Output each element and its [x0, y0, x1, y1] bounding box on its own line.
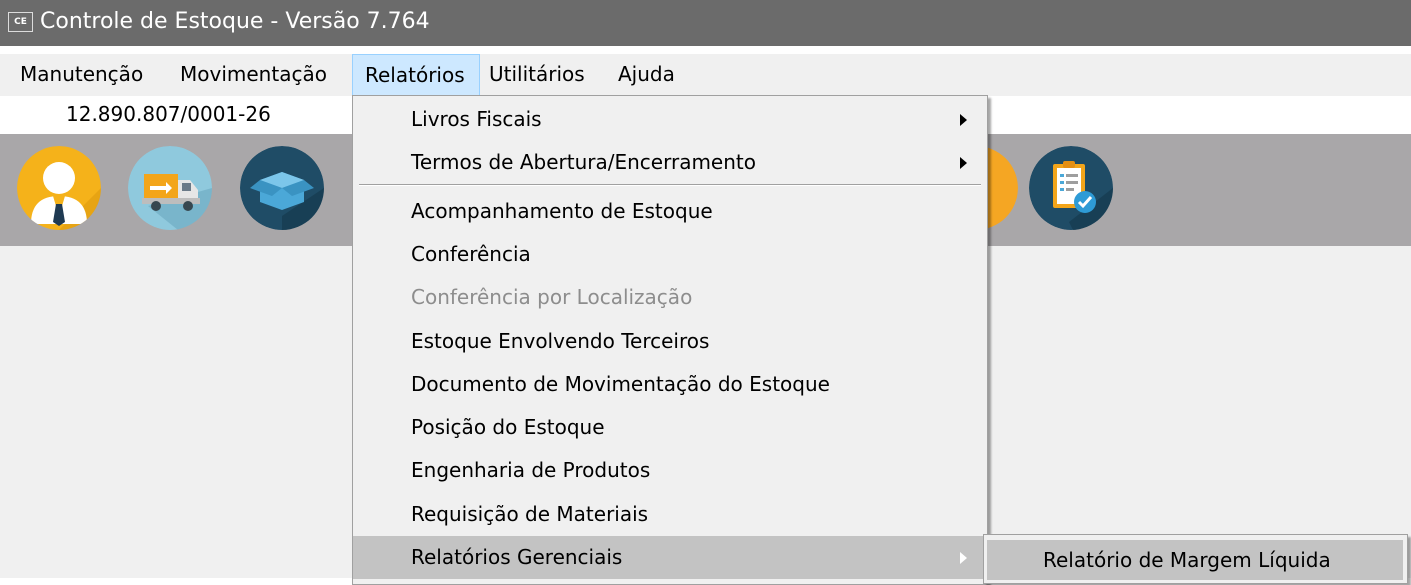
window-title: Controle de Estoque - Versão 7.764 — [40, 9, 430, 34]
user-icon[interactable] — [17, 146, 101, 230]
menu-relatorios[interactable]: Relatórios — [352, 54, 480, 96]
menu-item-estoque-terceiros[interactable]: Estoque Envolvendo Terceiros — [353, 320, 987, 363]
menu-item-label: Termos de Abertura/Encerramento — [411, 150, 756, 174]
menu-item-livros-fiscais[interactable]: Livros Fiscais — [353, 98, 987, 141]
menu-item-relatorios-gerenciais[interactable]: Relatórios Gerenciais — [353, 536, 987, 579]
menu-item-requisicao-materiais[interactable]: Requisição de Materiais — [353, 493, 987, 536]
box-icon[interactable] — [240, 146, 324, 230]
menu-item-label: Acompanhamento de Estoque — [411, 199, 713, 223]
menu-item-engenharia-produtos[interactable]: Engenharia de Produtos — [353, 449, 987, 492]
menu-item-acompanhamento[interactable]: Acompanhamento de Estoque — [353, 190, 987, 233]
app-icon: CE — [8, 12, 33, 32]
submenu-arrow-icon — [960, 552, 967, 564]
menu-item-documento-movimentacao[interactable]: Documento de Movimentação do Estoque — [353, 363, 987, 406]
menu-item-label: Posição do Estoque — [411, 415, 605, 439]
title-bar: CE Controle de Estoque - Versão 7.764 — [0, 0, 1411, 46]
menu-item-label: Livros Fiscais — [411, 107, 542, 131]
menu-item-conferencia[interactable]: Conferência — [353, 233, 987, 276]
relatorios-dropdown: Livros Fiscais Termos de Abertura/Encerr… — [352, 95, 988, 585]
menu-item-label: Engenharia de Produtos — [411, 458, 651, 482]
menu-bar: Manutenção Movimentação Relatórios Utili… — [0, 54, 1411, 96]
checklist-icon[interactable] — [1029, 146, 1113, 230]
company-cnpj: 12.890.807/0001-26 — [66, 102, 271, 126]
menu-item-label: Relatório de Margem Líquida — [1043, 548, 1331, 572]
menu-item-termos[interactable]: Termos de Abertura/Encerramento — [353, 141, 987, 184]
menu-item-label: Documento de Movimentação do Estoque — [411, 372, 830, 396]
menu-item-posicao-estoque[interactable]: Posição do Estoque — [353, 406, 987, 449]
submenu-arrow-icon — [960, 157, 967, 169]
menu-item-label: Conferência — [411, 242, 531, 266]
menu-utilitarios[interactable]: Utilitários — [489, 54, 585, 96]
delivery-truck-icon[interactable] — [128, 146, 212, 230]
relatorios-gerenciais-submenu: Relatório de Margem Líquida — [983, 534, 1408, 584]
menu-item-label: Conferência por Localização — [411, 285, 693, 309]
menu-ajuda[interactable]: Ajuda — [618, 54, 675, 96]
menu-movimentacao[interactable]: Movimentação — [180, 54, 327, 96]
menu-item-label: Requisição de Materiais — [411, 502, 649, 526]
menu-item-conferencia-localizacao: Conferência por Localização — [353, 276, 987, 319]
menu-manutencao[interactable]: Manutenção — [20, 54, 143, 96]
menu-item-margem-liquida[interactable]: Relatório de Margem Líquida — [987, 540, 1403, 580]
menu-separator — [359, 184, 981, 186]
menu-item-label: Estoque Envolvendo Terceiros — [411, 329, 710, 353]
submenu-arrow-icon — [960, 114, 967, 126]
menu-item-label: Relatórios Gerenciais — [411, 545, 623, 569]
